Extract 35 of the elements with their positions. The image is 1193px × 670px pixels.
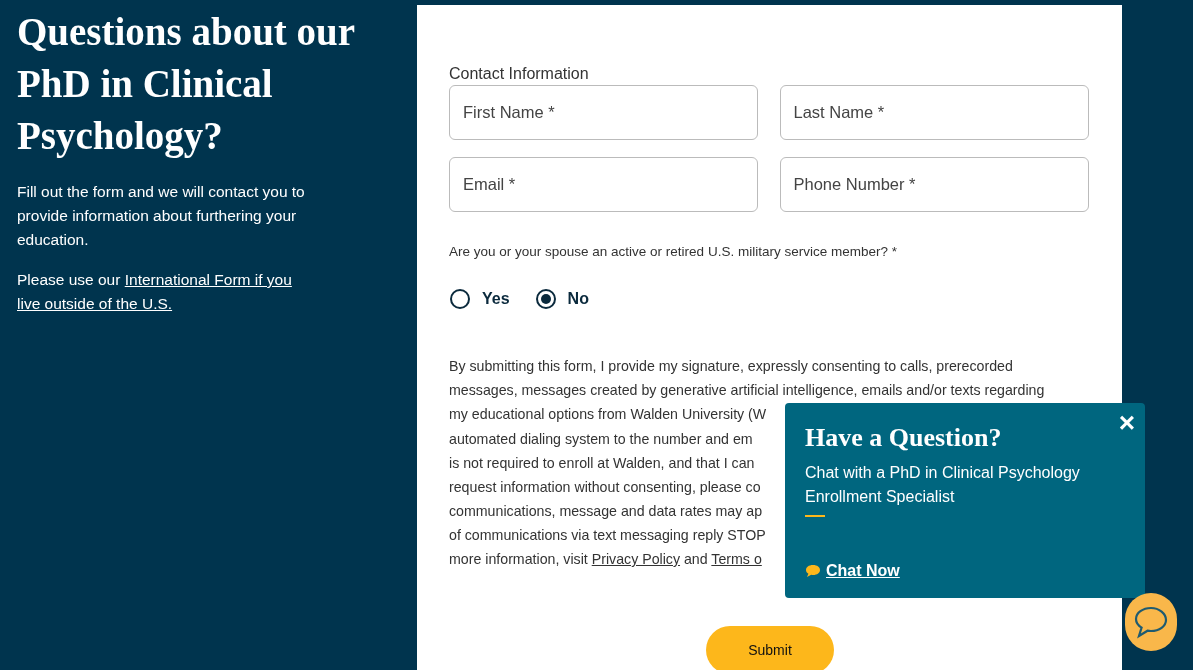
chat-button[interactable] bbox=[1125, 593, 1177, 651]
popup-title: Have a Question? bbox=[805, 423, 1003, 453]
input-field[interactable]: Last Name * bbox=[779, 85, 1089, 140]
text-link[interactable]: Terms o bbox=[711, 551, 762, 567]
popup-text: Chat with a PhD in Clinical Psychology Enrollment Specialist bbox=[805, 463, 1081, 507]
text-link[interactable]: Privacy Policy bbox=[591, 551, 681, 567]
consent-text: more information, visit bbox=[449, 551, 589, 567]
consent-text: my educational options from Walden University (W bbox=[449, 406, 767, 423]
speech-bubble-icon bbox=[805, 564, 821, 578]
submit-button[interactable]: Submit bbox=[706, 626, 834, 670]
intro-text: Fill out the form and we will contact you to provide information about furthering your education. bbox=[17, 182, 306, 250]
input-field[interactable]: Phone Number * bbox=[779, 157, 1089, 212]
radio-button[interactable] bbox=[535, 289, 556, 310]
radio-label: No bbox=[567, 289, 589, 310]
international-form-link[interactable]: International Form if you bbox=[124, 271, 292, 288]
consent-text: request information without consenting, please co bbox=[449, 478, 761, 495]
input-field[interactable]: Email * bbox=[449, 157, 758, 212]
chat-now-link[interactable]: Chat Now bbox=[826, 559, 900, 583]
input-field[interactable]: First Name * bbox=[449, 85, 758, 140]
international-note: Please use our bbox=[17, 271, 122, 288]
consent-text: and bbox=[682, 551, 709, 567]
military-question: Are you or your spouse an active or retired U.S. military service member? * bbox=[449, 243, 898, 261]
consent-text: is not required to enroll at Walden, and that I can bbox=[449, 454, 755, 471]
chat-icon bbox=[1133, 605, 1169, 639]
close-button[interactable]: × bbox=[1118, 408, 1135, 438]
consent-text: communications, message and data rates may ap bbox=[449, 502, 763, 519]
consent-text: automated dialing system to the number and em bbox=[449, 430, 753, 447]
consent-text: messages, messages created by generative artificial intelligence, emails and/or texts regarding bbox=[449, 382, 1045, 399]
radio-button[interactable] bbox=[450, 289, 470, 310]
international-form-link[interactable]: live outside of the U.S. bbox=[17, 295, 173, 312]
section-label: Contact Information bbox=[449, 67, 590, 81]
radio-label: Yes bbox=[482, 289, 510, 310]
page-heading: Questions about our PhD in Clinical Psychology? bbox=[17, 9, 356, 160]
consent-text: By submitting this form, I provide my signature, expressly consenting to calls, prerecorded bbox=[449, 358, 1013, 375]
consent-text: of communications via text messaging reply STOP bbox=[449, 526, 766, 543]
